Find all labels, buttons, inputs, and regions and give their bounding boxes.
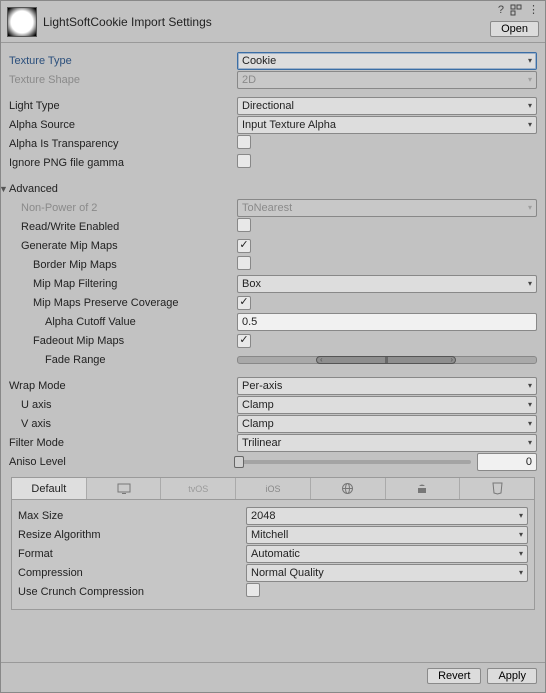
npo2-dropdown: ToNearest▾ [237, 199, 537, 217]
platform-tab-tvos[interactable]: tvOS [161, 478, 236, 499]
apply-button[interactable]: Apply [487, 668, 537, 684]
fade-range-handle[interactable]: ‹|||› [316, 356, 456, 364]
format-label: Format [18, 548, 53, 560]
aniso-slider-handle[interactable] [234, 456, 244, 468]
inspector-body: Texture Type Cookie▾ Texture Shape 2D▾ L… [1, 43, 545, 662]
texture-type-dropdown[interactable]: Cookie▾ [237, 52, 537, 70]
v-axis-label: V axis [21, 418, 51, 430]
max-size-dropdown[interactable]: 2048▾ [246, 507, 528, 525]
fadeout-mip-label: Fadeout Mip Maps [33, 335, 124, 347]
inspector-header: LightSoftCookie Import Settings ? ⋮ Open [1, 1, 545, 43]
light-type-dropdown[interactable]: Directional▾ [237, 97, 537, 115]
platform-settings: Default tvOS iOS Max Size 2048▾ Resize A… [11, 477, 535, 610]
globe-icon [341, 482, 354, 495]
compression-dropdown[interactable]: Normal Quality▾ [246, 564, 528, 582]
chevron-down-icon: ▾ [528, 75, 532, 84]
read-write-checkbox[interactable] [237, 218, 251, 232]
ignore-png-checkbox[interactable] [237, 154, 251, 168]
chevron-down-icon: ▾ [519, 568, 523, 577]
advanced-label: Advanced [9, 183, 58, 195]
format-dropdown[interactable]: Automatic▾ [246, 545, 528, 563]
chevron-down-icon: ▾ [528, 279, 532, 288]
texture-type-label: Texture Type [9, 55, 72, 67]
chevron-down-icon: ▾ [528, 381, 532, 390]
ignore-png-label: Ignore PNG file gamma [9, 157, 124, 169]
chevron-down-icon: ▾ [519, 530, 523, 539]
html5-icon [492, 482, 503, 495]
monitor-icon [117, 483, 131, 495]
filter-mode-label: Filter Mode [9, 437, 64, 449]
mip-filtering-dropdown[interactable]: Box▾ [237, 275, 537, 293]
chevron-down-icon: ▾ [528, 419, 532, 428]
preset-icon[interactable] [510, 4, 522, 16]
android-icon [416, 483, 428, 495]
crunch-label: Use Crunch Compression [18, 586, 144, 598]
crunch-checkbox[interactable] [246, 583, 260, 597]
mip-filtering-label: Mip Map Filtering [33, 278, 117, 290]
u-axis-label: U axis [21, 399, 52, 411]
compression-label: Compression [18, 567, 83, 579]
light-type-label: Light Type [9, 100, 60, 112]
platform-tab-android[interactable] [386, 478, 461, 499]
wrap-mode-dropdown[interactable]: Per-axis▾ [237, 377, 537, 395]
asset-title: LightSoftCookie Import Settings [43, 15, 212, 29]
chevron-down-icon: ▾ [528, 400, 532, 409]
gen-mip-label: Generate Mip Maps [21, 240, 118, 252]
alpha-source-dropdown[interactable]: Input Texture Alpha▾ [237, 116, 537, 134]
platform-tab-default[interactable]: Default [12, 478, 87, 499]
texture-shape-label: Texture Shape [9, 74, 80, 86]
resize-alg-label: Resize Algorithm [18, 529, 101, 541]
chevron-down-icon: ▾ [528, 438, 532, 447]
resize-alg-dropdown[interactable]: Mitchell▾ [246, 526, 528, 544]
alpha-transparency-label: Alpha Is Transparency [9, 138, 118, 150]
fade-range-label: Fade Range [45, 354, 106, 366]
gen-mip-checkbox[interactable]: ✓ [237, 239, 251, 253]
border-mip-label: Border Mip Maps [33, 259, 117, 271]
npo2-label: Non-Power of 2 [21, 202, 97, 214]
help-icon[interactable]: ? [498, 4, 504, 16]
fade-range-slider[interactable]: ‹|||› [237, 356, 537, 364]
platform-tab-ios[interactable]: iOS [236, 478, 311, 499]
platform-tab-desktop[interactable] [87, 478, 162, 499]
footer: Revert Apply [1, 662, 545, 692]
alpha-source-label: Alpha Source [9, 119, 75, 131]
read-write-label: Read/Write Enabled [21, 221, 119, 233]
chevron-down-icon: ▾ [528, 101, 532, 110]
aniso-level-label: Aniso Level [9, 456, 66, 468]
max-size-label: Max Size [18, 510, 63, 522]
alpha-transparency-checkbox[interactable] [237, 135, 251, 149]
open-button[interactable]: Open [490, 21, 539, 37]
chevron-down-icon: ▾ [519, 549, 523, 558]
chevron-down-icon: ▾ [528, 203, 532, 212]
wrap-mode-label: Wrap Mode [9, 380, 66, 392]
alpha-cutoff-label: Alpha Cutoff Value [45, 316, 136, 328]
v-axis-dropdown[interactable]: Clamp▾ [237, 415, 537, 433]
filter-mode-dropdown[interactable]: Trilinear▾ [237, 434, 537, 452]
platform-tab-html5[interactable] [460, 478, 534, 499]
alpha-cutoff-field[interactable]: 0.5 [237, 313, 537, 331]
menu-icon[interactable]: ⋮ [528, 3, 539, 16]
platform-tab-web[interactable] [311, 478, 386, 499]
aniso-slider[interactable] [237, 460, 471, 464]
u-axis-dropdown[interactable]: Clamp▾ [237, 396, 537, 414]
chevron-down-icon: ▾ [528, 56, 532, 65]
mip-coverage-checkbox[interactable]: ✓ [237, 296, 251, 310]
texture-shape-dropdown: 2D▾ [237, 71, 537, 89]
revert-button[interactable]: Revert [427, 668, 481, 684]
border-mip-checkbox[interactable] [237, 256, 251, 270]
chevron-down-icon: ▾ [528, 120, 532, 129]
fadeout-mip-checkbox[interactable]: ✓ [237, 334, 251, 348]
chevron-down-icon: ▾ [519, 511, 523, 520]
foldout-icon[interactable]: ▼ [1, 184, 9, 194]
mip-coverage-label: Mip Maps Preserve Coverage [33, 297, 179, 309]
aniso-field[interactable]: 0 [477, 453, 537, 471]
asset-thumbnail [7, 7, 37, 37]
